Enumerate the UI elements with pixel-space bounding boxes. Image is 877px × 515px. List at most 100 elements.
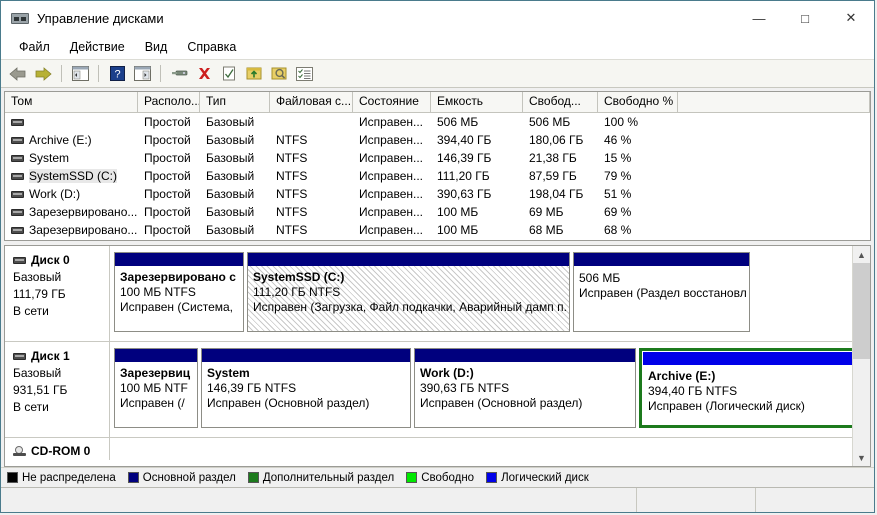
volume-icon: [11, 227, 24, 234]
toolbar: ?: [1, 59, 874, 88]
table-row[interactable]: Archive (E:)ПростойБазовыйNTFSИсправен..…: [5, 131, 870, 149]
capacity-cell: 100 МБ: [431, 223, 523, 237]
filesystem-cell: NTFS: [270, 223, 353, 237]
partition-text: 506 МБИсправен (Раздел восстановл: [574, 266, 749, 331]
free-percent-cell: 69 %: [598, 205, 678, 219]
partition-color-bar: [248, 253, 569, 266]
table-row[interactable]: Зарезервировано...ПростойБазовыйNTFSИспр…: [5, 221, 870, 239]
status-cell: Исправен...: [353, 223, 431, 237]
free-percent-cell: 100 %: [598, 115, 678, 129]
partition-name: SystemSSD (C:): [253, 270, 569, 284]
partition-color-bar: [643, 352, 852, 365]
partition-block[interactable]: Work (D:)390,63 ГБ NTFSИсправен (Основно…: [414, 348, 636, 428]
volume-icon: [11, 119, 24, 126]
volume-icon: [11, 137, 24, 144]
volume-name-cell: System: [5, 151, 138, 165]
scroll-up-arrow-icon[interactable]: ▲: [853, 246, 870, 263]
cdrom-row[interactable]: CD-ROM 0: [5, 438, 852, 460]
free-percent-cell: 51 %: [598, 187, 678, 201]
partition-text: SystemSSD (C:)111,20 ГБ NTFSИсправен (За…: [248, 266, 569, 331]
column-volume[interactable]: Том: [5, 92, 138, 112]
table-row[interactable]: Зарезервировано...ПростойБазовыйNTFSИспр…: [5, 203, 870, 221]
rescan-disks-icon[interactable]: [168, 63, 190, 84]
volume-icon: [11, 191, 24, 198]
legend-extended-partition: Дополнительный раздел: [248, 472, 394, 484]
scrollbar-thumb[interactable]: [853, 263, 870, 359]
table-row[interactable]: Work (D:)ПростойБазовыйNTFSИсправен...39…: [5, 185, 870, 203]
legend-label: Основной раздел: [143, 472, 236, 484]
menu-action[interactable]: Действие: [60, 38, 135, 56]
capacity-cell: 111,20 ГБ: [431, 169, 523, 183]
back-icon[interactable]: [7, 63, 29, 84]
cdrom-info-panel[interactable]: CD-ROM 0: [5, 438, 110, 460]
column-layout[interactable]: Располо...: [138, 92, 200, 112]
maximize-button[interactable]: □: [782, 1, 828, 35]
partition-block[interactable]: Зарезервиц100 МБ NTFИсправен (/: [114, 348, 198, 428]
partition-block[interactable]: Зарезервировано с100 МБ NTFSИсправен (Си…: [114, 252, 244, 332]
column-status[interactable]: Состояние: [353, 92, 431, 112]
column-free-percent[interactable]: Свободно %: [598, 92, 678, 112]
partition-block[interactable]: System146,39 ГБ NTFSИсправен (Основной р…: [201, 348, 411, 428]
volume-icon: [11, 173, 24, 180]
menu-view[interactable]: Вид: [135, 38, 178, 56]
list-view-icon[interactable]: [293, 63, 315, 84]
free-percent-cell: 68 %: [598, 223, 678, 237]
partition-text: System146,39 ГБ NTFSИсправен (Основной р…: [202, 362, 410, 427]
forward-icon[interactable]: [32, 63, 54, 84]
partition-block[interactable]: Archive (E:)394,40 ГБ NTFSИсправен (Логи…: [639, 348, 852, 428]
column-capacity[interactable]: Емкость: [431, 92, 523, 112]
status-bar: [1, 487, 874, 512]
volume-list[interactable]: Том Располо... Тип Файловая с... Состоян…: [4, 91, 871, 241]
properties-icon[interactable]: [131, 63, 153, 84]
window-title: Управление дисками: [37, 11, 736, 26]
free-cell: 21,38 ГБ: [523, 151, 598, 165]
partition-size: 506 МБ: [579, 271, 749, 285]
volume-label: Archive (E:): [29, 133, 92, 147]
disk-size: 111,79 ГБ: [13, 287, 109, 301]
column-filesystem[interactable]: Файловая с...: [270, 92, 353, 112]
menu-file[interactable]: Файл: [9, 38, 60, 56]
table-row[interactable]: SystemSSD (C:)ПростойБазовыйNTFSИсправен…: [5, 167, 870, 185]
search-icon[interactable]: [268, 63, 290, 84]
disk-info-panel[interactable]: Диск 1Базовый931,51 ГБВ сети: [5, 342, 110, 437]
vertical-scrollbar[interactable]: ▲ ▼: [852, 246, 870, 466]
status-cell: Исправен...: [353, 151, 431, 165]
scroll-down-arrow-icon[interactable]: ▼: [853, 449, 870, 466]
delete-icon[interactable]: [193, 63, 215, 84]
type-cell: Базовый: [200, 151, 270, 165]
show-hide-tree-icon[interactable]: [69, 63, 91, 84]
status-cell: Исправен...: [353, 115, 431, 129]
close-button[interactable]: ✕: [828, 1, 874, 35]
new-volume-icon[interactable]: [243, 63, 265, 84]
volume-label: Зарезервировано...: [29, 205, 137, 219]
legend-label: Логический диск: [501, 472, 589, 484]
disk-management-icon: [11, 11, 29, 25]
capacity-cell: 390,63 ГБ: [431, 187, 523, 201]
partition-status: Исправен (/: [120, 396, 197, 410]
help-icon[interactable]: ?: [106, 63, 128, 84]
table-row[interactable]: SystemПростойБазовыйNTFSИсправен...146,3…: [5, 149, 870, 167]
disk-state: В сети: [13, 400, 109, 414]
column-free[interactable]: Свобод...: [523, 92, 598, 112]
column-type[interactable]: Тип: [200, 92, 270, 112]
volume-list-header: Том Располо... Тип Файловая с... Состоян…: [5, 92, 870, 113]
legend-swatch: [7, 472, 18, 483]
partition-size: 111,20 ГБ NTFS: [253, 285, 569, 299]
disk-info-panel[interactable]: Диск 0Базовый111,79 ГБВ сети: [5, 246, 110, 341]
layout-cell: Простой: [138, 133, 200, 147]
toolbar-separator: [98, 65, 99, 82]
partition-text: Work (D:)390,63 ГБ NTFSИсправен (Основно…: [415, 362, 635, 427]
checkbox-icon[interactable]: [218, 63, 240, 84]
filesystem-cell: NTFS: [270, 187, 353, 201]
legend-swatch: [248, 472, 259, 483]
menu-help[interactable]: Справка: [177, 38, 246, 56]
partition-size: 146,39 ГБ NTFS: [207, 381, 410, 395]
table-row[interactable]: ПростойБазовыйИсправен...506 МБ506 МБ100…: [5, 113, 870, 131]
disk-title: Диск 1: [13, 349, 109, 363]
volume-name-cell: [5, 119, 138, 126]
scrollbar-track[interactable]: [853, 359, 870, 449]
partition-block[interactable]: 506 МБИсправен (Раздел восстановл: [573, 252, 750, 332]
partition-block[interactable]: SystemSSD (C:)111,20 ГБ NTFSИсправен (За…: [247, 252, 570, 332]
minimize-button[interactable]: —: [736, 1, 782, 35]
cd-rom-icon: [13, 446, 26, 456]
